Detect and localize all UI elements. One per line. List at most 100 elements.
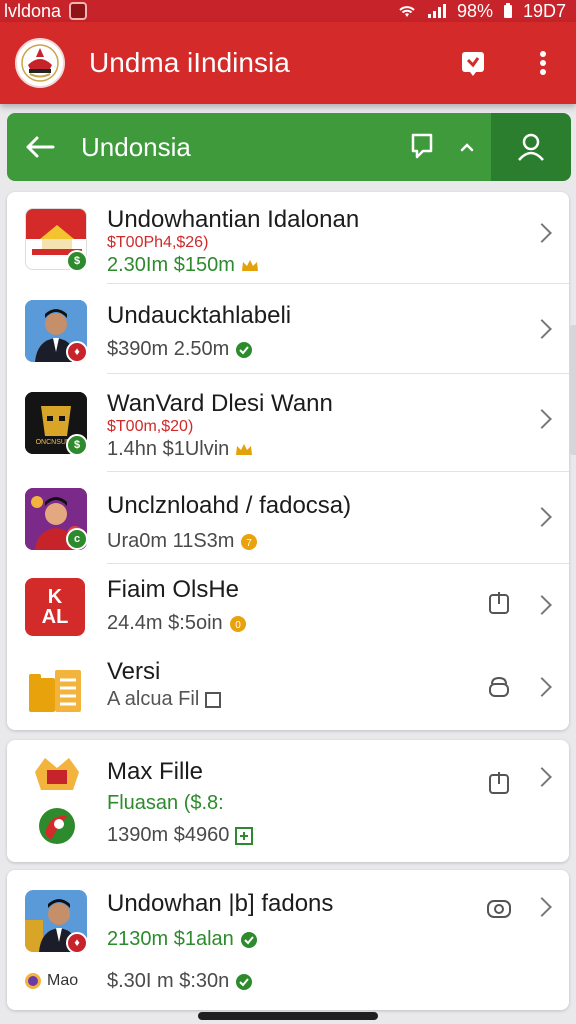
item-meta-text: 2.30Im $150m (107, 254, 235, 276)
item-meta: Ura0m 11S3m 7 (107, 530, 258, 553)
clock: 19D7 (522, 0, 566, 21)
item-subtitle: Fluasan ($.8: (107, 792, 224, 814)
item-subtitle: $T00Ph4,$26) (107, 234, 209, 251)
coin-icon: 7 (241, 533, 258, 550)
search-icon[interactable] (409, 131, 437, 161)
share-icon[interactable] (485, 588, 513, 616)
item-title: Fiaim OlsHe (107, 576, 240, 603)
item-meta-text: Ura0m 11S3m (107, 530, 235, 552)
scroll-edge[interactable] (570, 325, 576, 455)
status-badge: $ (66, 434, 88, 456)
home-indicator[interactable] (198, 1012, 378, 1020)
emblem-logo-icon (15, 38, 65, 88)
crown-icon (236, 443, 253, 455)
chevron-right-icon (532, 409, 552, 429)
chevron-up-icon[interactable] (459, 141, 475, 153)
add-box-icon (235, 826, 254, 845)
back-arrow-icon[interactable] (25, 135, 55, 159)
search-bar[interactable]: Undonsia (7, 113, 491, 181)
badge-icon (25, 973, 41, 989)
thumb-letter: K (47, 586, 63, 608)
chevron-right-icon (532, 897, 552, 917)
chevron-right-icon (532, 319, 552, 339)
profile-card[interactable]: ♦ Undowhan |b] fadons 2130m $1alan $.30I… (7, 870, 569, 1010)
list-item[interactable]: ♦ Undaucktahlabeli $390m 2.50m (7, 284, 569, 374)
share-icon[interactable] (485, 768, 513, 796)
list-item[interactable]: ONCNSUNG $ WanVard Dlesi Wann $T00m,$20)… (7, 374, 569, 472)
app-bar: Undma iIndinsia (0, 22, 576, 104)
item-meta-text: 1390m $4960 (107, 824, 230, 846)
item-title: Max Fille (107, 758, 204, 785)
item-title: Undaucktahlabeli (107, 302, 292, 329)
chevron-right-icon (532, 595, 552, 615)
item-meta: 1390m $4960 (107, 824, 254, 847)
chevron-right-icon (532, 767, 552, 787)
verified-icon (240, 931, 257, 948)
item-meta: A alcua Fil (107, 688, 222, 711)
user-icon (518, 133, 544, 161)
item-title: Undowhantian Idalonan (107, 206, 360, 233)
bookmark-button[interactable] (456, 46, 490, 80)
footer-tag-label: Mao (47, 972, 79, 989)
item-meta-text: 24.4m $:5oin (107, 612, 223, 634)
checkbox-icon[interactable] (205, 691, 222, 708)
more-options-button[interactable] (526, 46, 560, 80)
list-item[interactable]: Versi A alcua Fil (7, 650, 569, 730)
item-title: Versi (107, 658, 161, 685)
verified-icon (236, 341, 253, 358)
item-meta: 2130m $1alan (107, 928, 258, 951)
app-title: Undma iIndinsia (89, 47, 290, 78)
camera-icon[interactable] (485, 894, 513, 922)
profile-button[interactable] (491, 113, 571, 181)
item-meta: 2.30Im $150m (107, 254, 259, 277)
footer-tag: Mao (25, 972, 78, 990)
verified-icon (236, 973, 253, 990)
item-meta: $390m 2.50m (107, 338, 253, 361)
coin-icon: 0 (229, 615, 246, 632)
chevron-right-icon (532, 507, 552, 527)
folder-file-icon (29, 670, 81, 712)
wifi-icon (399, 6, 415, 17)
results-card: $ Undowhantian Idalonan $T00Ph4,$26) 2.3… (7, 192, 569, 730)
signal-icon (427, 4, 446, 18)
status-badge: $ (66, 250, 88, 272)
item-meta-text: 2130m $1alan (107, 928, 234, 950)
item-meta-text: $390m 2.50m (107, 338, 230, 360)
status-badge: ♦ (66, 341, 88, 363)
carrier-label: lvldona (4, 0, 62, 21)
item-title: Undowhan |b] fadons (107, 890, 334, 917)
item-meta-text: $.30I m $:30n (107, 970, 230, 992)
trophy-badge-icon (35, 758, 79, 844)
file-card[interactable]: Max Fille Fluasan ($.8: 1390m $4960 (7, 740, 569, 862)
list-item[interactable]: $ Undowhantian Idalonan $T00Ph4,$26) 2.3… (7, 192, 569, 284)
item-title: Unclznloahd / fadocsa) (107, 492, 352, 519)
item-meta: $.30I m $:30n (107, 970, 253, 993)
battery-percent: 98% (456, 0, 493, 21)
lock-icon[interactable] (485, 672, 513, 700)
item-meta: 24.4m $:5oin 0 (107, 612, 247, 635)
status-badge: c (66, 528, 88, 550)
app-thumbnail: K AL (25, 578, 85, 636)
item-meta-text: 1.4hn $1Ulvin (107, 438, 230, 460)
status-carrier: lvldona (4, 0, 88, 22)
thumb-letters: AL (41, 606, 69, 628)
status-bar: lvldona 98% 19D7 (0, 0, 576, 22)
item-title: WanVard Dlesi Wann (107, 390, 333, 417)
item-meta: 1.4hn $1Ulvin (107, 438, 253, 461)
svg-text:7: 7 (247, 538, 253, 549)
list-item[interactable]: c Unclznloahd / fadocsa) Ura0m 11S3m 7 (7, 472, 569, 564)
bookmark-icon (462, 52, 484, 76)
chevron-right-icon (532, 223, 552, 243)
crown-icon (241, 259, 258, 271)
list-item[interactable]: K AL Fiaim OlsHe 24.4m $:5oin 0 (7, 564, 569, 650)
shield-icon (69, 2, 88, 20)
status-right: 98% 19D7 (397, 1, 566, 22)
status-badge: ♦ (66, 932, 88, 954)
chevron-right-icon (532, 677, 552, 697)
more-vert-icon (540, 51, 546, 75)
search-input[interactable]: Undonsia (81, 132, 191, 163)
item-subtitle: $T00m,$20) (107, 418, 194, 435)
svg-text:0: 0 (235, 620, 241, 631)
item-meta-text: A alcua Fil (107, 688, 200, 710)
battery-icon (503, 3, 512, 18)
